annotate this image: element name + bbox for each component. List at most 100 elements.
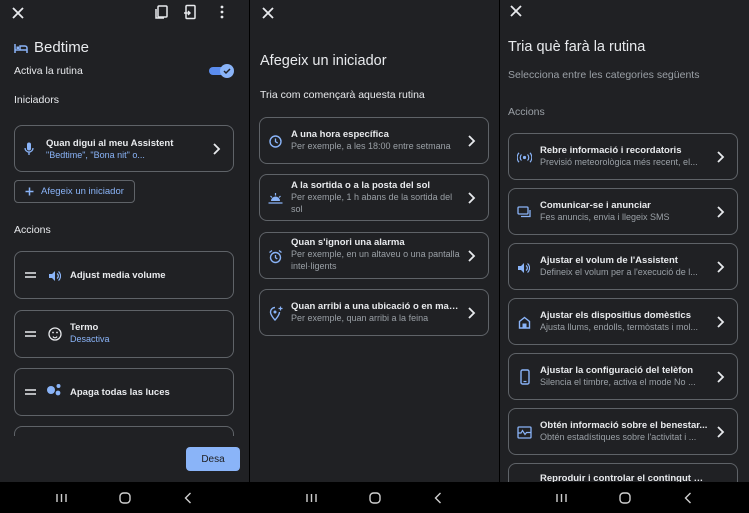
bed-icon <box>14 43 28 53</box>
recent-apps-button[interactable] <box>300 488 324 508</box>
location-icon <box>269 306 283 321</box>
check-icon <box>223 68 231 75</box>
category-sub: Defineix el volum per a l'execució de l.… <box>540 267 698 277</box>
starter-option-location[interactable]: Quan arribi a una ubicació o en marxi Pe… <box>259 289 489 336</box>
category-card-phone-settings[interactable]: Ajustar la configuració del telèfon Sile… <box>508 353 738 400</box>
back-icon <box>684 492 691 503</box>
category-card-volume[interactable]: Ajustar el volum de l'Assistent Defineix… <box>508 243 738 290</box>
home-device-icon <box>518 316 531 329</box>
add-to-home-button[interactable] <box>182 4 198 20</box>
more-options-button[interactable] <box>214 4 230 20</box>
starter-option-time[interactable]: A una hora específica Per exemple, a les… <box>259 117 489 164</box>
more-vert-icon <box>220 5 224 19</box>
recent-apps-icon <box>56 493 67 502</box>
page-title: Tria què farà la rutina <box>508 39 646 55</box>
option-sub: Per exemple, en un altaveu o una pantall… <box>291 249 460 271</box>
alarm-icon <box>269 249 282 264</box>
drag-handle-icon <box>25 389 36 395</box>
activate-routine-label: Activa la rutina <box>14 65 83 77</box>
close-icon <box>262 7 274 19</box>
back-button[interactable] <box>176 488 200 508</box>
category-card-wellbeing[interactable]: Obtén informació sobre el benestar... Ob… <box>508 408 738 455</box>
action-title: Apaga todas las luces <box>70 387 170 398</box>
copy-button[interactable] <box>153 4 169 20</box>
action-title: Termo <box>70 322 99 333</box>
starter-sub: "Bedtime", "Bona nit" o... <box>46 150 145 160</box>
category-card-communicate[interactable]: Comunicar-se i anunciar Fes anuncis, env… <box>508 188 738 235</box>
home-icon <box>618 491 631 504</box>
back-button[interactable] <box>426 488 450 508</box>
home-button[interactable] <box>363 488 387 508</box>
actions-heading: Accions <box>14 224 51 236</box>
home-icon <box>118 491 131 504</box>
category-card-info[interactable]: Rebre informació i recordatoris Previsió… <box>508 133 738 180</box>
thermostat-icon <box>48 327 62 341</box>
home-button[interactable] <box>613 488 637 508</box>
option-title: A la sortida o a la posta del sol <box>291 180 431 191</box>
back-button[interactable] <box>676 488 700 508</box>
system-navbar <box>0 482 249 513</box>
category-sub: Obtén estadístiques sobre l'activitat i … <box>540 432 697 442</box>
page-subtitle: Tria com començarà aquesta rutina <box>260 89 425 101</box>
routine-editor-panel: Bedtime Activa la rutina Iniciadors Quan… <box>0 0 249 513</box>
phone-icon <box>520 369 530 385</box>
option-title: Quan arribi a una ubicació o en marxi <box>291 301 460 312</box>
routine-title: Bedtime <box>14 39 89 56</box>
sunrise-icon <box>268 193 283 204</box>
system-navbar <box>500 482 749 513</box>
option-title: Quan s'ignori una alarma <box>291 237 405 248</box>
home-icon <box>368 491 381 504</box>
category-title: Rebre informació i recordatoris <box>540 145 682 156</box>
chevron-right-icon <box>717 205 725 218</box>
add-starter-button[interactable]: Afegeix un iniciador <box>14 180 135 203</box>
assistant-icon <box>47 384 61 396</box>
category-card-home-devices[interactable]: Ajustar els dispositius domèstics Ajusta… <box>508 298 738 345</box>
home-button[interactable] <box>113 488 137 508</box>
action-card-media-volume[interactable]: Adjust media volume <box>14 251 234 299</box>
add-starter-panel: Afegeix un iniciador Tria com començarà … <box>250 0 499 513</box>
category-sub: Ajusta llums, endolls, termòstats i mol.… <box>540 322 699 332</box>
chevron-right-icon <box>468 191 476 204</box>
category-title: Ajustar la configuració del telèfon <box>540 365 694 376</box>
starter-title: Quan digui al meu Assistent <box>46 138 174 149</box>
chevron-right-icon <box>717 370 725 383</box>
starter-option-alarm[interactable]: Quan s'ignori una alarma Per exemple, en… <box>259 232 489 279</box>
close-button[interactable] <box>260 5 276 21</box>
option-sub: Per exemple, a les 18:00 entre setmana <box>291 141 451 151</box>
chevron-right-icon <box>717 260 725 273</box>
mic-icon <box>24 142 34 155</box>
chevron-right-icon <box>717 425 725 438</box>
choose-action-panel: Tria què farà la rutina Selecciona entre… <box>500 0 749 513</box>
chevron-right-icon <box>717 315 725 328</box>
clock-icon <box>269 135 282 148</box>
close-button[interactable] <box>10 5 26 21</box>
option-sub: Per exemple, 1 h abans de la sortida del… <box>291 192 453 214</box>
activate-routine-toggle[interactable] <box>209 64 234 78</box>
close-button[interactable] <box>508 3 524 19</box>
system-navbar <box>250 482 499 513</box>
starters-heading: Iniciadors <box>14 94 59 106</box>
recent-apps-button[interactable] <box>50 488 74 508</box>
recent-apps-icon <box>306 493 317 502</box>
back-icon <box>434 492 441 503</box>
save-button[interactable]: Desa <box>186 447 240 471</box>
back-icon <box>184 492 191 503</box>
section-heading: Accions <box>508 106 545 118</box>
save-label: Desa <box>201 453 225 465</box>
copy-icon <box>155 5 168 19</box>
action-card-thermostat[interactable]: Termo Desactiva <box>14 310 234 358</box>
action-card-lights[interactable]: Apaga todas las luces <box>14 368 234 416</box>
category-title: Obtén informació sobre el benestar... <box>540 420 708 431</box>
option-title: A una hora específica <box>291 129 389 140</box>
starter-card[interactable]: Quan digui al meu Assistent "Bedtime", "… <box>14 125 234 172</box>
drag-handle-icon <box>25 331 36 337</box>
page-subtitle: Selecciona entre les categories següents <box>508 69 700 81</box>
chevron-right-icon <box>213 142 221 155</box>
chevron-right-icon <box>717 150 725 163</box>
page-title: Afegeix un iniciador <box>260 53 387 69</box>
action-sub: Desactiva <box>70 334 110 344</box>
category-sub: Previsió meteorològica més recent, el... <box>540 157 698 167</box>
recent-apps-button[interactable] <box>550 488 574 508</box>
message-icon <box>517 206 531 218</box>
starter-option-sun[interactable]: A la sortida o a la posta del sol Per ex… <box>259 174 489 221</box>
